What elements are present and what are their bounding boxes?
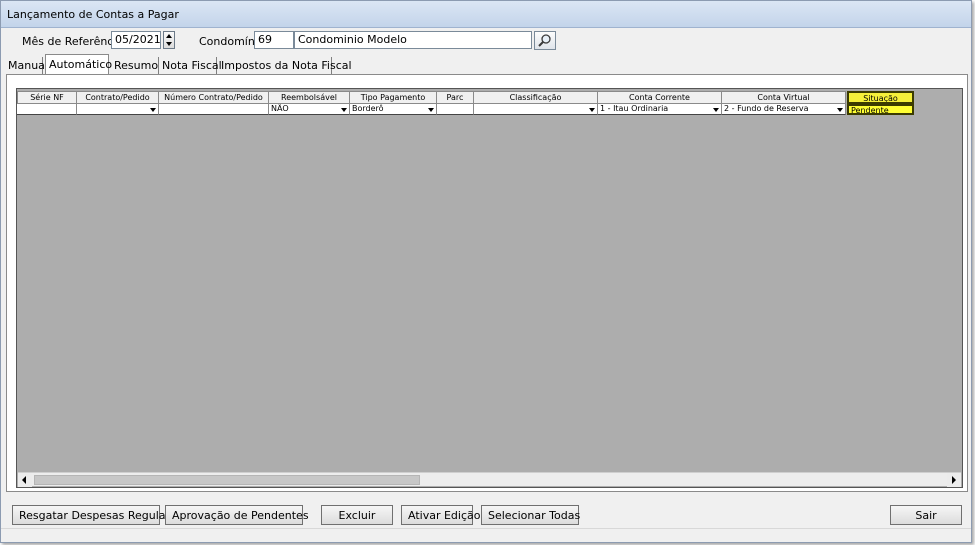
scroll-right-button[interactable] — [947, 473, 961, 487]
grid-cell-dropdown[interactable]: 2 - Fundo de Reserva — [722, 104, 846, 115]
grid-cell-dropdown[interactable]: 1 - Itau Ordinaria — [598, 104, 722, 115]
sair-button[interactable]: Sair — [890, 505, 962, 525]
scroll-thumb[interactable] — [34, 475, 420, 485]
column-header[interactable]: Tipo Pagamento — [350, 91, 437, 104]
mes-referencia-input[interactable]: 05/2021 — [111, 31, 161, 49]
title-bar: Lançamento de Contas a Pagar — [1, 1, 971, 28]
dropdown-arrow-icon[interactable] — [589, 108, 595, 112]
column-header[interactable]: Classificação — [474, 91, 598, 104]
spin-up-icon[interactable] — [166, 34, 172, 38]
window-title: Lançamento de Contas a Pagar — [7, 8, 179, 21]
condominio-code-input[interactable]: 69 — [254, 31, 294, 49]
column-header[interactable]: Reembolsável — [269, 91, 350, 104]
grid-cell[interactable] — [159, 104, 269, 115]
scroll-left-button[interactable] — [18, 473, 32, 487]
tab-panel: Série NF Contrato/Pedido Número Contrato… — [6, 74, 968, 492]
tab-resumo[interactable]: Resumo — [111, 57, 159, 74]
dropdown-arrow-icon[interactable] — [713, 108, 719, 112]
data-grid[interactable]: Série NF Contrato/Pedido Número Contrato… — [16, 88, 963, 488]
mes-referencia-spinner[interactable] — [163, 31, 175, 49]
cell-value: NÃO — [271, 104, 289, 113]
selecionar-todas-button[interactable]: Selecionar Todas — [481, 505, 580, 525]
grid-cell[interactable] — [17, 104, 77, 115]
dropdown-arrow-icon[interactable] — [150, 108, 156, 112]
column-header[interactable]: Contrato/Pedido — [77, 91, 159, 104]
app-window: Lançamento de Contas a Pagar Mês de Refe… — [0, 0, 972, 543]
condominio-name-input[interactable]: Condominio Modelo — [294, 31, 532, 49]
tab-nota-fiscal[interactable]: Nota Fiscal — [159, 57, 222, 74]
column-header[interactable]: Parc — [437, 91, 474, 104]
cell-value: 2 - Fundo de Reserva — [724, 104, 809, 113]
dropdown-arrow-icon[interactable] — [428, 108, 434, 112]
ativar-edicao-button[interactable]: Ativar Edição — [401, 505, 480, 525]
column-header[interactable]: Conta Corrente — [598, 91, 722, 104]
status-bar — [1, 528, 971, 542]
grid-cell-dropdown[interactable]: NÃO — [269, 104, 350, 115]
grid-cell-dropdown[interactable]: Borderô — [350, 104, 437, 115]
grid-cell-dropdown[interactable] — [77, 104, 159, 115]
column-header[interactable]: Conta Virtual — [722, 91, 846, 104]
tab-impostos[interactable]: Impostos da Nota Fiscal — [218, 57, 352, 74]
column-header[interactable]: Número Contrato/Pedido — [159, 91, 269, 104]
column-header-situacao[interactable]: Situação — [847, 91, 914, 104]
dropdown-arrow-icon[interactable] — [837, 108, 843, 112]
cell-value: Borderô — [352, 104, 384, 113]
cell-value: 1 - Itau Ordinaria — [600, 104, 669, 113]
resgatar-despesas-button[interactable]: Resgatar Despesas Regulares — [12, 505, 182, 525]
grid-cell-dropdown[interactable] — [474, 104, 598, 115]
column-header[interactable]: Série NF — [17, 91, 77, 104]
tab-automatico[interactable]: Automático — [45, 54, 112, 75]
tab-manual[interactable]: Manual — [5, 57, 48, 74]
excluir-button[interactable]: Excluir — [321, 505, 393, 525]
magnifier-icon — [538, 34, 551, 47]
horizontal-scrollbar[interactable] — [18, 472, 961, 487]
grid-cell[interactable] — [437, 104, 474, 115]
arrow-left-icon — [22, 476, 26, 484]
arrow-right-icon — [952, 476, 956, 484]
aprovacao-pendentes-button[interactable]: Aprovação de Pendentes — [165, 505, 309, 525]
dropdown-arrow-icon[interactable] — [341, 108, 347, 112]
grid-cell-situacao[interactable]: Pendente — [847, 104, 914, 115]
spin-down-icon[interactable] — [166, 42, 172, 46]
search-button[interactable] — [534, 31, 556, 50]
